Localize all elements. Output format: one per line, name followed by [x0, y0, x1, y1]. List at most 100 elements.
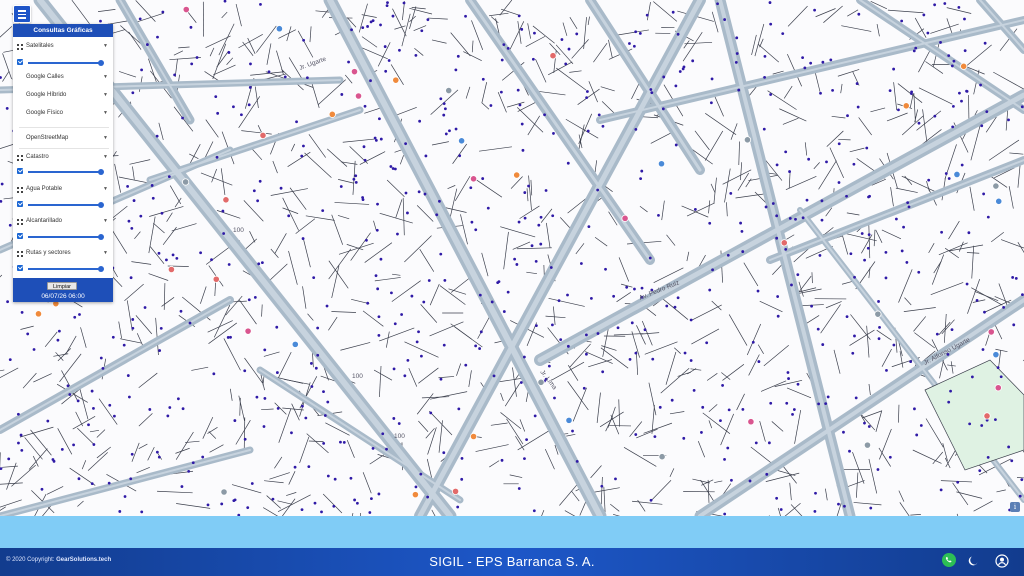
layer-header-alcantarillado[interactable]: Alcantarillado ▼ [13, 218, 113, 228]
poi-marker[interactable] [863, 441, 872, 449]
parcel-line [481, 252, 489, 277]
basemap-header[interactable]: Satelitales ▼ [13, 43, 113, 53]
poi-marker[interactable] [992, 182, 1000, 190]
parcel-line [763, 344, 789, 367]
moon-icon[interactable] [966, 554, 980, 568]
poi-marker[interactable] [743, 136, 752, 144]
network-dot [730, 478, 733, 482]
poi-marker[interactable] [513, 171, 521, 179]
poi-marker[interactable] [469, 432, 478, 441]
parcel-line [266, 43, 272, 65]
parcel-line [72, 416, 96, 430]
network-dot [17, 441, 20, 445]
poi-marker[interactable] [445, 86, 453, 95]
rutas-sectores-opacity-slider[interactable] [28, 266, 104, 272]
parcel-line [669, 411, 685, 415]
catastro-checkbox[interactable] [17, 168, 23, 174]
poi-marker[interactable] [411, 491, 419, 499]
basemap-option-label: Google Híbrido [26, 92, 67, 98]
poi-marker[interactable] [220, 488, 228, 496]
poi-marker[interactable] [291, 340, 299, 348]
network-dot [709, 101, 713, 105]
clear-button[interactable]: Limpiar [47, 282, 77, 290]
parcel-line [254, 86, 259, 108]
poi-marker[interactable] [392, 76, 400, 84]
poi-marker[interactable] [902, 102, 910, 110]
poi-marker[interactable] [658, 453, 666, 461]
basemap-option-google-hybrid[interactable]: Google Híbrido ▼ [13, 92, 113, 102]
network-dot [316, 353, 320, 357]
poi-marker[interactable] [182, 178, 190, 186]
poi-marker[interactable] [354, 92, 363, 100]
poi-marker[interactable] [275, 25, 284, 33]
poi-marker[interactable] [747, 418, 755, 426]
poi-marker[interactable] [657, 160, 666, 168]
poi-marker[interactable] [328, 110, 336, 118]
alcantarillado-opacity-slider[interactable] [28, 234, 104, 240]
poi-marker[interactable] [983, 412, 991, 420]
network-dot [363, 104, 367, 108]
poi-marker[interactable] [244, 327, 252, 335]
satellite-checkbox[interactable] [17, 59, 23, 65]
catastro-opacity-slider[interactable] [28, 169, 104, 175]
poi-marker[interactable] [350, 68, 359, 76]
poi-marker[interactable] [537, 378, 545, 386]
whatsapp-icon[interactable] [942, 553, 956, 567]
poi-marker[interactable] [953, 170, 961, 179]
network-dot [543, 113, 546, 117]
alcantarillado-checkbox[interactable] [17, 233, 23, 239]
chevron-down-icon: ▼ [103, 218, 108, 224]
poi-marker[interactable] [565, 416, 573, 424]
network-dot [819, 91, 822, 95]
parcel-line [551, 361, 585, 381]
network-dot [221, 209, 225, 213]
satellite-opacity-slider[interactable] [28, 60, 104, 66]
layer-header-agua-potable[interactable]: Agua Potable ▼ [13, 186, 113, 196]
poi-marker[interactable] [451, 487, 460, 496]
parcel-line [746, 323, 762, 356]
poi-marker[interactable] [994, 384, 1002, 392]
network-dot [506, 290, 510, 294]
layer-header-rutas-sectores[interactable]: Rutas y sectores ▼ [13, 250, 113, 260]
poi-marker[interactable] [549, 52, 557, 60]
network-dot [867, 425, 871, 428]
poi-marker[interactable] [995, 197, 1003, 205]
parcel-line [569, 70, 582, 73]
rutas-sectores-checkbox[interactable] [17, 265, 23, 271]
poi-marker[interactable] [212, 275, 220, 283]
network-dot [849, 252, 853, 256]
agua-potable-opacity-slider[interactable] [28, 202, 104, 208]
map-canvas[interactable]: Jr. Ugarte Av. Pedro Ruiz Jr. Lima Jr. A… [0, 0, 1024, 516]
menu-button[interactable] [13, 5, 31, 23]
poi-marker[interactable] [34, 310, 43, 318]
poi-marker[interactable] [259, 131, 267, 140]
user-circle-icon[interactable] [995, 554, 1009, 568]
basemap-option-openstreetmap[interactable]: OpenStreetMap ▼ [13, 135, 113, 145]
poi-marker[interactable] [167, 265, 176, 274]
basemap-option-google-streets[interactable]: Google Calles ▼ [13, 74, 113, 84]
poi-marker[interactable] [182, 5, 190, 14]
poi-marker[interactable] [469, 175, 478, 183]
poi-marker[interactable] [222, 196, 230, 204]
network-dot [721, 384, 724, 387]
layer-header-catastro[interactable]: Catastro ▼ [13, 154, 113, 164]
poi-marker[interactable] [987, 328, 995, 336]
info-icon[interactable]: i [1010, 502, 1020, 512]
layers-icon [17, 251, 23, 257]
parcel-line [418, 367, 439, 384]
poi-marker[interactable] [874, 310, 882, 318]
parcel-line [771, 421, 784, 432]
network-dot [723, 512, 727, 516]
parcel-line [948, 220, 960, 240]
network-dot [19, 433, 23, 437]
poi-marker[interactable] [780, 239, 788, 247]
poi-marker[interactable] [992, 351, 1000, 359]
poi-marker[interactable] [457, 137, 466, 145]
network-dot [151, 196, 155, 200]
basemap-option-google-physical[interactable]: Google Físico ▼ [13, 110, 113, 120]
poi-marker[interactable] [621, 214, 629, 222]
agua-potable-checkbox[interactable] [17, 201, 23, 207]
parcel-line [814, 71, 821, 92]
network-dot [892, 343, 896, 347]
poi-marker[interactable] [960, 62, 968, 70]
